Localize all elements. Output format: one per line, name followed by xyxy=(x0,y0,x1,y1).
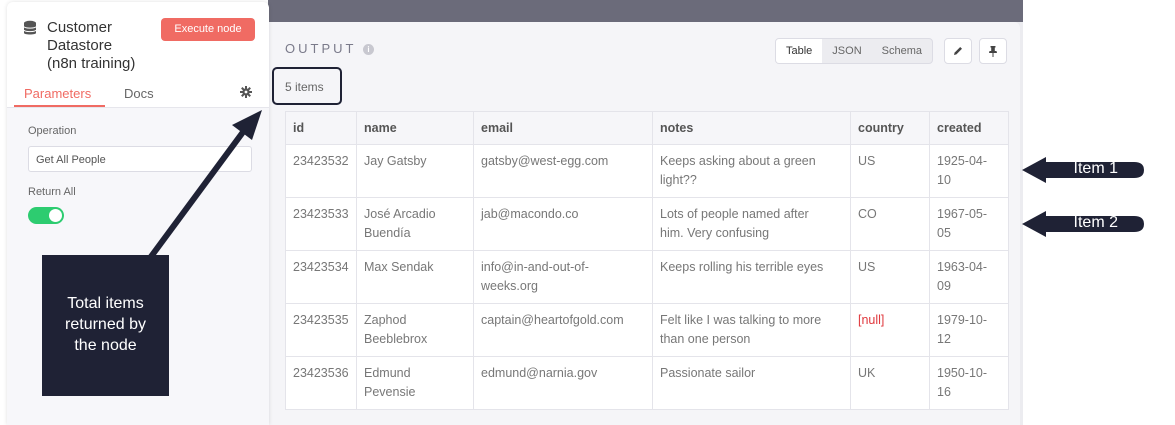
cell-created: 1950-10- 16 xyxy=(929,356,1009,410)
items-count: 5 items xyxy=(272,67,342,105)
cell-email: gatsby@west-egg.com xyxy=(473,144,653,198)
table-row: 23423532 Jay Gatsby gatsby@west-egg.com … xyxy=(285,144,1009,198)
toggle-knob xyxy=(49,209,62,222)
cell-country-null: [null] xyxy=(850,303,930,357)
column-header-email[interactable]: email xyxy=(473,111,653,145)
cell-created: 1967-05- 05 xyxy=(929,197,1009,251)
cell-country: US xyxy=(850,250,930,304)
cell-email: jab@macondo.co xyxy=(473,197,653,251)
operation-select[interactable]: Get All People xyxy=(28,146,252,172)
cell-email: captain@heartofgold.com xyxy=(473,303,653,357)
item-1-callout: Item 1 xyxy=(1022,155,1144,185)
cell-created: 1979-10- 12 xyxy=(929,303,1009,357)
table-row: 23423536 Edmund Pevensie edmund@narnia.go… xyxy=(285,356,1009,410)
cell-email: info@in-and-out-of-weeks.org xyxy=(473,250,653,304)
cell-notes: Felt like I was talking to more than one … xyxy=(652,303,851,357)
output-panel: OUTPUT i Table JSON Schema 5 items 站长百科 xyxy=(268,22,1020,425)
execute-node-button[interactable]: Execute node xyxy=(161,18,255,41)
column-header-country[interactable]: country xyxy=(850,111,930,145)
cell-id: 23423536 xyxy=(285,356,357,410)
table-row: 23423535 Zaphod Beeblebrox captain@hearto… xyxy=(285,303,1009,357)
node-title[interactable]: Customer Datastore (n8n training) xyxy=(47,19,167,73)
cell-country: US xyxy=(850,144,930,198)
cell-name: Edmund Pevensie xyxy=(356,356,474,410)
cell-notes: Keeps asking about a green light?? xyxy=(652,144,851,198)
return-all-label: Return All xyxy=(28,186,76,198)
table-row: 23423533 José Arcadio Buendía jab@macondo… xyxy=(285,197,1009,251)
operation-label: Operation xyxy=(28,125,77,137)
gear-icon[interactable] xyxy=(240,86,252,98)
cell-notes: Keeps rolling his terrible eyes xyxy=(652,250,851,304)
database-icon xyxy=(23,20,37,35)
schema-view-button[interactable]: Schema xyxy=(872,39,932,63)
column-header-name[interactable]: name xyxy=(356,111,474,145)
table-row: 23423534 Max Sendak info@in-and-out-of-w… xyxy=(285,250,1009,304)
cell-notes: Passionate sailor xyxy=(652,356,851,410)
table-view-button[interactable]: Table xyxy=(776,39,823,63)
cell-id: 23423534 xyxy=(285,250,357,304)
canvas-top-strip xyxy=(268,0,1023,22)
cell-id: 23423533 xyxy=(285,197,357,251)
cell-id: 23423532 xyxy=(285,144,357,198)
cell-name: Max Sendak xyxy=(356,250,474,304)
pin-data-button[interactable] xyxy=(979,38,1007,64)
tab-docs[interactable]: Docs xyxy=(124,86,154,101)
info-icon[interactable]: i xyxy=(363,44,374,55)
screenshot-stage: OUTPUT i Table JSON Schema 5 items 站长百科 xyxy=(0,0,1175,425)
output-table: id name email notes country created 2342… xyxy=(285,111,1009,410)
cell-created: 1925-04- 10 xyxy=(929,144,1009,198)
cell-created: 1963-04- 09 xyxy=(929,250,1009,304)
pencil-icon xyxy=(954,47,962,55)
cell-email: edmund@narnia.gov xyxy=(473,356,653,410)
edit-output-button[interactable] xyxy=(944,38,972,64)
tab-parameters[interactable]: Parameters xyxy=(24,86,91,101)
column-header-created[interactable]: created xyxy=(929,111,1009,145)
total-items-callout: Total items returned by the node xyxy=(42,255,169,396)
cell-country: CO xyxy=(850,197,930,251)
cell-name: Zaphod Beeblebrox xyxy=(356,303,474,357)
pin-icon xyxy=(989,45,997,57)
json-view-button[interactable]: JSON xyxy=(822,39,871,63)
return-all-toggle[interactable] xyxy=(28,207,64,224)
cell-name: José Arcadio Buendía xyxy=(356,197,474,251)
table-header-row: id name email notes country created xyxy=(285,111,1009,145)
cell-id: 23423535 xyxy=(285,303,357,357)
output-title: OUTPUT xyxy=(285,41,357,56)
cell-notes: Lots of people named after him. Very conf… xyxy=(652,197,851,251)
operation-selected-value: Get All People xyxy=(36,154,106,166)
cell-country: UK xyxy=(850,356,930,410)
column-header-notes[interactable]: notes xyxy=(652,111,851,145)
item-2-callout: Item 2 xyxy=(1022,209,1144,239)
column-header-id[interactable]: id xyxy=(285,111,357,145)
cell-name: Jay Gatsby xyxy=(356,144,474,198)
view-toggle: Table JSON Schema xyxy=(775,38,933,64)
